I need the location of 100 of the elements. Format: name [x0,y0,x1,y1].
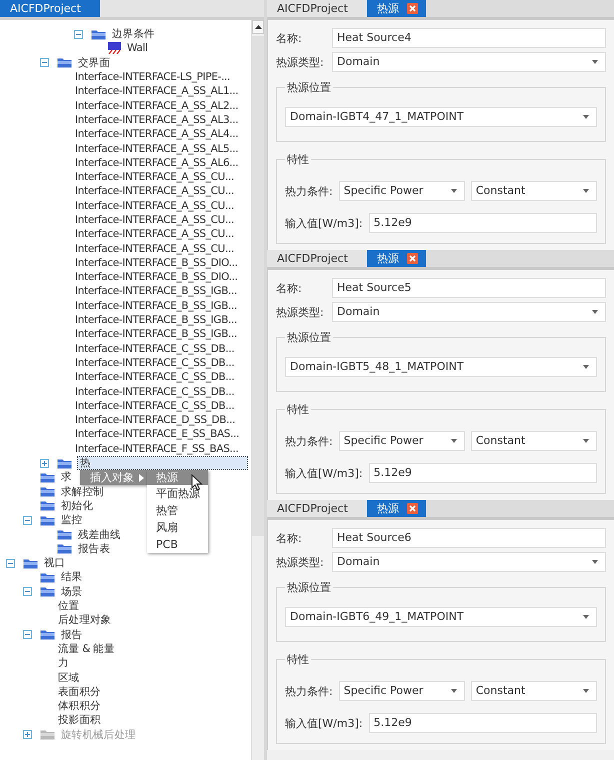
tree-item[interactable]: Interface-INTERFACE_A_SS_AL5... [74,142,240,155]
folder-icon [57,458,72,469]
field-label: 热源类型: [276,304,325,320]
tree-item[interactable]: 区域 [57,672,80,684]
scrollbar[interactable] [251,20,264,760]
profile-dropdown[interactable]: Constant [470,431,597,451]
tree-item[interactable]: Interface-INTERFACE_A_SS_AL2... [74,100,240,112]
dropdown-arrow-icon [583,689,589,693]
tree-item[interactable]: 边界条件 [111,28,156,40]
tree-item[interactable]: Interface-INTERFACE_F_SS_BAS... [74,442,240,455]
tree-item[interactable]: 体积积分 [57,700,102,712]
tree-item[interactable]: 热 [77,456,248,470]
close-icon[interactable] [407,503,418,514]
value-field[interactable]: 5.12e9 [368,463,597,483]
dropdown-arrow-icon [450,189,457,193]
name-field[interactable]: Heat Source5 [332,278,606,298]
tree-item[interactable]: 初始化 [60,500,94,512]
tree-item[interactable]: Interface-INTERFACE_B_SS_IGB... [74,285,238,298]
tree-item[interactable]: 流量 & 能量 [57,642,116,655]
tree-item[interactable]: Interface-INTERFACE_C_SS_DB... [74,356,236,369]
expander-icon[interactable] [40,458,49,468]
tree-item[interactable]: 后处理对象 [57,614,112,626]
tree-item[interactable]: Interface-INTERFACE_A_SS_AL4... [74,128,240,140]
tree-item[interactable]: Interface-INTERFACE_A_SS_AL1... [74,85,240,98]
location-dropdown[interactable]: Domain-IGBT5_48_1_MATPOINT [285,357,597,377]
profile-dropdown[interactable]: Constant [470,181,597,201]
tab[interactable]: 热源 [367,0,426,17]
tree-item[interactable]: 监控 [60,514,84,526]
tree-item[interactable]: Interface-INTERFACE-LS_PIPE-... [74,71,232,84]
tree-item[interactable]: 力 [57,657,70,670]
project-tab[interactable]: AICFDProject [0,0,100,17]
tab[interactable]: 热源 [367,500,426,517]
tree-item[interactable]: Interface-INTERFACE_A_SS_CU... [74,200,235,212]
tree-item[interactable]: 投影面积 [57,714,102,726]
expander-icon[interactable] [23,516,32,525]
value-field[interactable]: 5.12e9 [368,213,597,233]
submenu-item[interactable]: 热管 [147,502,208,519]
tree-item[interactable]: Interface-INTERFACE_A_SS_CU... [74,171,235,184]
folder-icon [23,558,38,569]
tree-item[interactable]: Interface-INTERFACE_B_SS_DIO... [74,271,239,284]
close-icon[interactable] [407,3,418,14]
dropdown-arrow-icon [592,60,598,64]
name-field[interactable]: Heat Source4 [332,28,606,48]
tree-item[interactable]: 场景 [60,586,84,598]
tree-item[interactable]: Interface-INTERFACE_C_SS_DB... [74,371,236,384]
tree-item[interactable]: Interface-INTERFACE_A_SS_CU... [74,214,235,226]
submenu-item[interactable]: PCB [147,536,208,553]
tree-item[interactable]: 求解控制 [60,486,105,498]
tab[interactable]: AICFDProject [267,0,367,17]
expander-icon[interactable] [40,58,49,68]
field-label: 热源类型: [276,54,325,70]
tree-item[interactable]: Wall [126,42,149,54]
tree-item[interactable]: Interface-INTERFACE_B_SS_DIO... [74,256,239,269]
name-field[interactable]: Heat Source6 [332,528,606,548]
type-dropdown[interactable]: Domain [332,52,606,72]
group-title: 热源位置 [286,330,332,345]
expander-icon[interactable] [23,587,32,596]
tree-item[interactable]: Interface-INTERFACE_E_SS_BAS... [74,428,240,440]
tree-item[interactable]: 结果 [60,571,84,584]
profile-dropdown[interactable]: Constant [470,681,597,701]
tree-item[interactable]: 报告 [60,628,84,641]
tree-item[interactable]: 视口 [43,557,66,570]
tree-item[interactable]: Interface-INTERFACE_B_SS_IGB... [74,314,238,326]
condition-dropdown[interactable]: Specific Power [338,681,465,701]
tree-item[interactable]: Interface-INTERFACE_B_SS_IGB... [74,328,238,340]
tab[interactable]: 热源 [367,250,426,267]
tab[interactable]: AICFDProject [267,250,367,267]
condition-dropdown[interactable]: Specific Power [338,181,465,201]
tree-item[interactable]: 交界面 [77,56,111,69]
tree-item[interactable]: 位置 [57,600,80,612]
tree-item[interactable]: 报告表 [77,542,111,555]
tree-item[interactable]: Interface-INTERFACE_C_SS_DB... [74,342,236,355]
tree-item[interactable]: 表面积分 [57,686,102,698]
submenu-item[interactable]: 平面热源 [147,485,208,502]
tree-item[interactable]: Interface-INTERFACE_D_SS_DB... [74,414,236,426]
tree-item[interactable]: 求 [60,471,73,484]
tree-item[interactable]: Interface-INTERFACE_A_SS_AL3... [74,114,240,126]
type-dropdown[interactable]: Domain [332,552,606,572]
submenu-item[interactable]: 风扇 [147,519,208,536]
tree-item[interactable]: 残差曲线 [77,528,122,541]
tree-item[interactable]: Interface-INTERFACE_B_SS_IGB... [74,300,238,312]
close-icon[interactable] [407,253,418,264]
tab[interactable]: AICFDProject [267,500,367,517]
location-dropdown[interactable]: Domain-IGBT4_47_1_MATPOINT [285,107,597,127]
condition-dropdown[interactable]: Specific Power [338,431,465,451]
location-dropdown[interactable]: Domain-IGBT6_49_1_MATPOINT [285,607,597,627]
tree-item[interactable]: Interface-INTERFACE_C_SS_DB... [74,386,236,398]
expander-icon[interactable] [23,630,32,640]
tree-item[interactable]: Interface-INTERFACE_A_SS_AL6... [74,156,240,169]
tree-item[interactable]: Interface-INTERFACE_A_SS_CU... [74,242,235,255]
tree-item[interactable]: Interface-INTERFACE_A_SS_CU... [74,228,235,240]
group-title: 热源位置 [286,80,332,95]
expander-icon[interactable] [74,30,83,39]
value-field[interactable]: 5.12e9 [368,713,597,733]
expander-icon[interactable] [23,730,32,740]
tree-item[interactable]: Interface-INTERFACE_C_SS_DB... [74,400,236,412]
folder-icon [40,729,55,740]
tree-item[interactable]: Interface-INTERFACE_A_SS_CU... [74,185,235,198]
type-dropdown[interactable]: Domain [332,302,606,322]
expander-icon[interactable] [6,558,15,568]
